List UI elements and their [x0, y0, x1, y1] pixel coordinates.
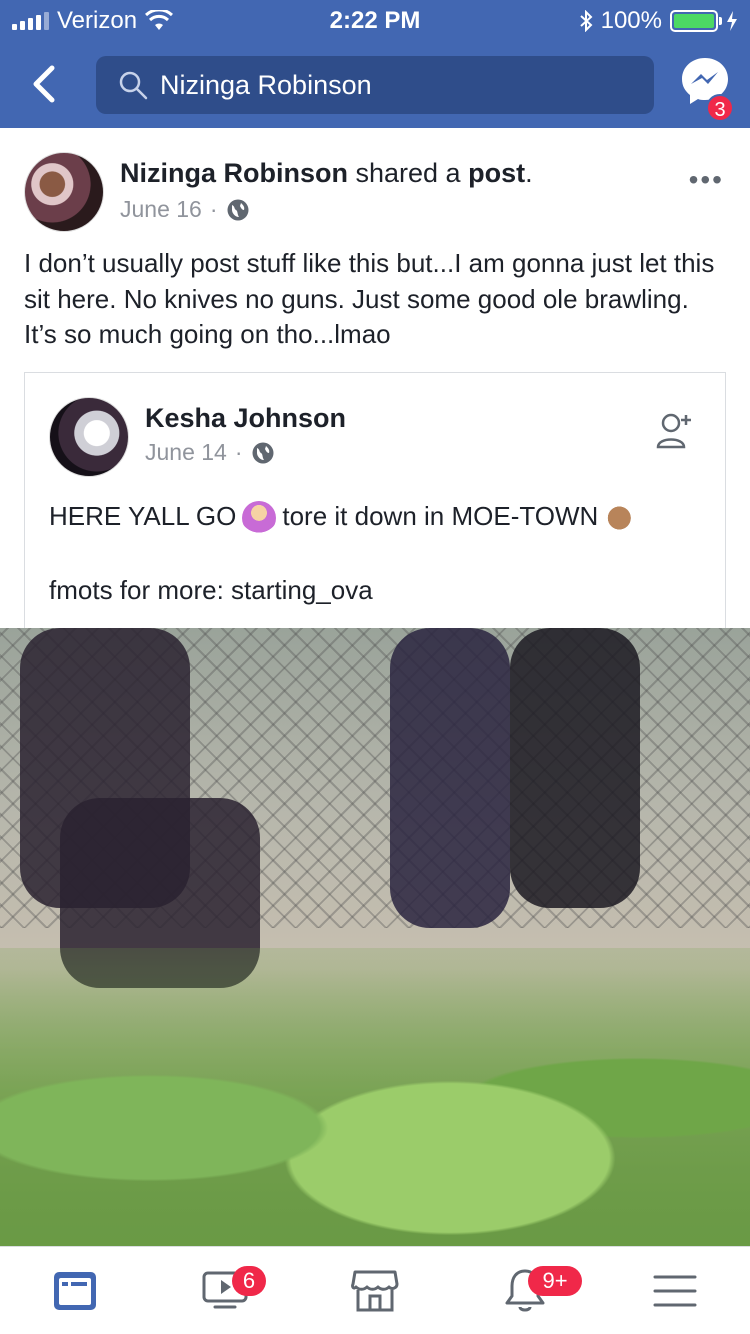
- messenger-badge: 3: [706, 94, 734, 122]
- back-icon[interactable]: [26, 62, 66, 106]
- author-avatar[interactable]: [24, 152, 104, 232]
- tab-watch[interactable]: [150, 1247, 300, 1334]
- shared-post-date[interactable]: June 14: [145, 439, 227, 466]
- post-date[interactable]: June 16: [120, 196, 202, 223]
- globe-icon: [227, 199, 249, 220]
- video-figure: [510, 628, 640, 908]
- shared-author-avatar[interactable]: [49, 397, 129, 477]
- battery-icon: [670, 10, 722, 32]
- top-bar: Verizon 2:22 PM 100% Nizinga Robinson 3: [0, 0, 750, 128]
- shared-post-text: HERE YALL GO tore it down in MOE-TOWN: [49, 501, 644, 536]
- status-bar: Verizon 2:22 PM 100%: [0, 0, 750, 40]
- author-name[interactable]: Nizinga Robinson: [120, 158, 348, 188]
- shared-meta-separator: ·: [234, 439, 243, 465]
- video-grass-layer: [0, 948, 750, 1248]
- news-feed-icon: [54, 1272, 96, 1310]
- shared-author-name[interactable]: Kesha Johnson: [145, 403, 346, 434]
- add-friend-icon[interactable]: [655, 411, 695, 451]
- more-options-icon[interactable]: •••: [689, 164, 724, 196]
- search-text: Nizinga Robinson: [160, 69, 372, 100]
- meta-separator: ·: [209, 196, 218, 222]
- action-suffix: .: [525, 158, 533, 188]
- bottom-tab-bar: 6 9+: [0, 1246, 750, 1334]
- call-me-hand-emoji-icon: [604, 501, 639, 536]
- tab-marketplace[interactable]: [300, 1247, 450, 1334]
- notifications-badge: 9+: [528, 1266, 582, 1296]
- tab-menu[interactable]: [600, 1247, 750, 1334]
- shared-post-card[interactable]: Kesha Johnson June 14 · HERE YALL GO tore…: [24, 372, 726, 632]
- action-object[interactable]: post: [468, 158, 525, 188]
- post-text: I don’t usually post stuff like this but…: [24, 248, 715, 349]
- status-right: 100%: [579, 7, 738, 35]
- search-icon: [119, 71, 148, 100]
- post-header: Nizinga Robinson shared a post.: [120, 158, 533, 189]
- shared-post-meta: June 14 ·: [145, 439, 275, 466]
- bluetooth-icon: [579, 10, 593, 32]
- post-meta: June 16 ·: [120, 196, 250, 223]
- charging-icon: [727, 11, 737, 31]
- battery-percent: 100%: [600, 7, 662, 34]
- marketplace-icon: [351, 1270, 399, 1312]
- search-input[interactable]: Nizinga Robinson: [96, 56, 654, 114]
- woman-tipping-hand-emoji-icon: [242, 501, 277, 536]
- globe-icon: [252, 442, 274, 463]
- video-figure: [390, 628, 510, 928]
- shared-post-text-line2: fmots for more: starting_ova: [49, 575, 373, 605]
- shared-text-part2: tore it down in MOE-TOWN: [282, 501, 599, 531]
- watch-badge: 6: [232, 1266, 266, 1296]
- tab-news-feed[interactable]: [0, 1247, 150, 1334]
- menu-icon: [653, 1275, 697, 1307]
- action-prefix: shared a: [355, 158, 461, 188]
- nav-row: Nizinga Robinson 3: [0, 44, 750, 128]
- shared-text-part1: HERE YALL GO: [49, 501, 237, 531]
- video-player[interactable]: [0, 628, 750, 1248]
